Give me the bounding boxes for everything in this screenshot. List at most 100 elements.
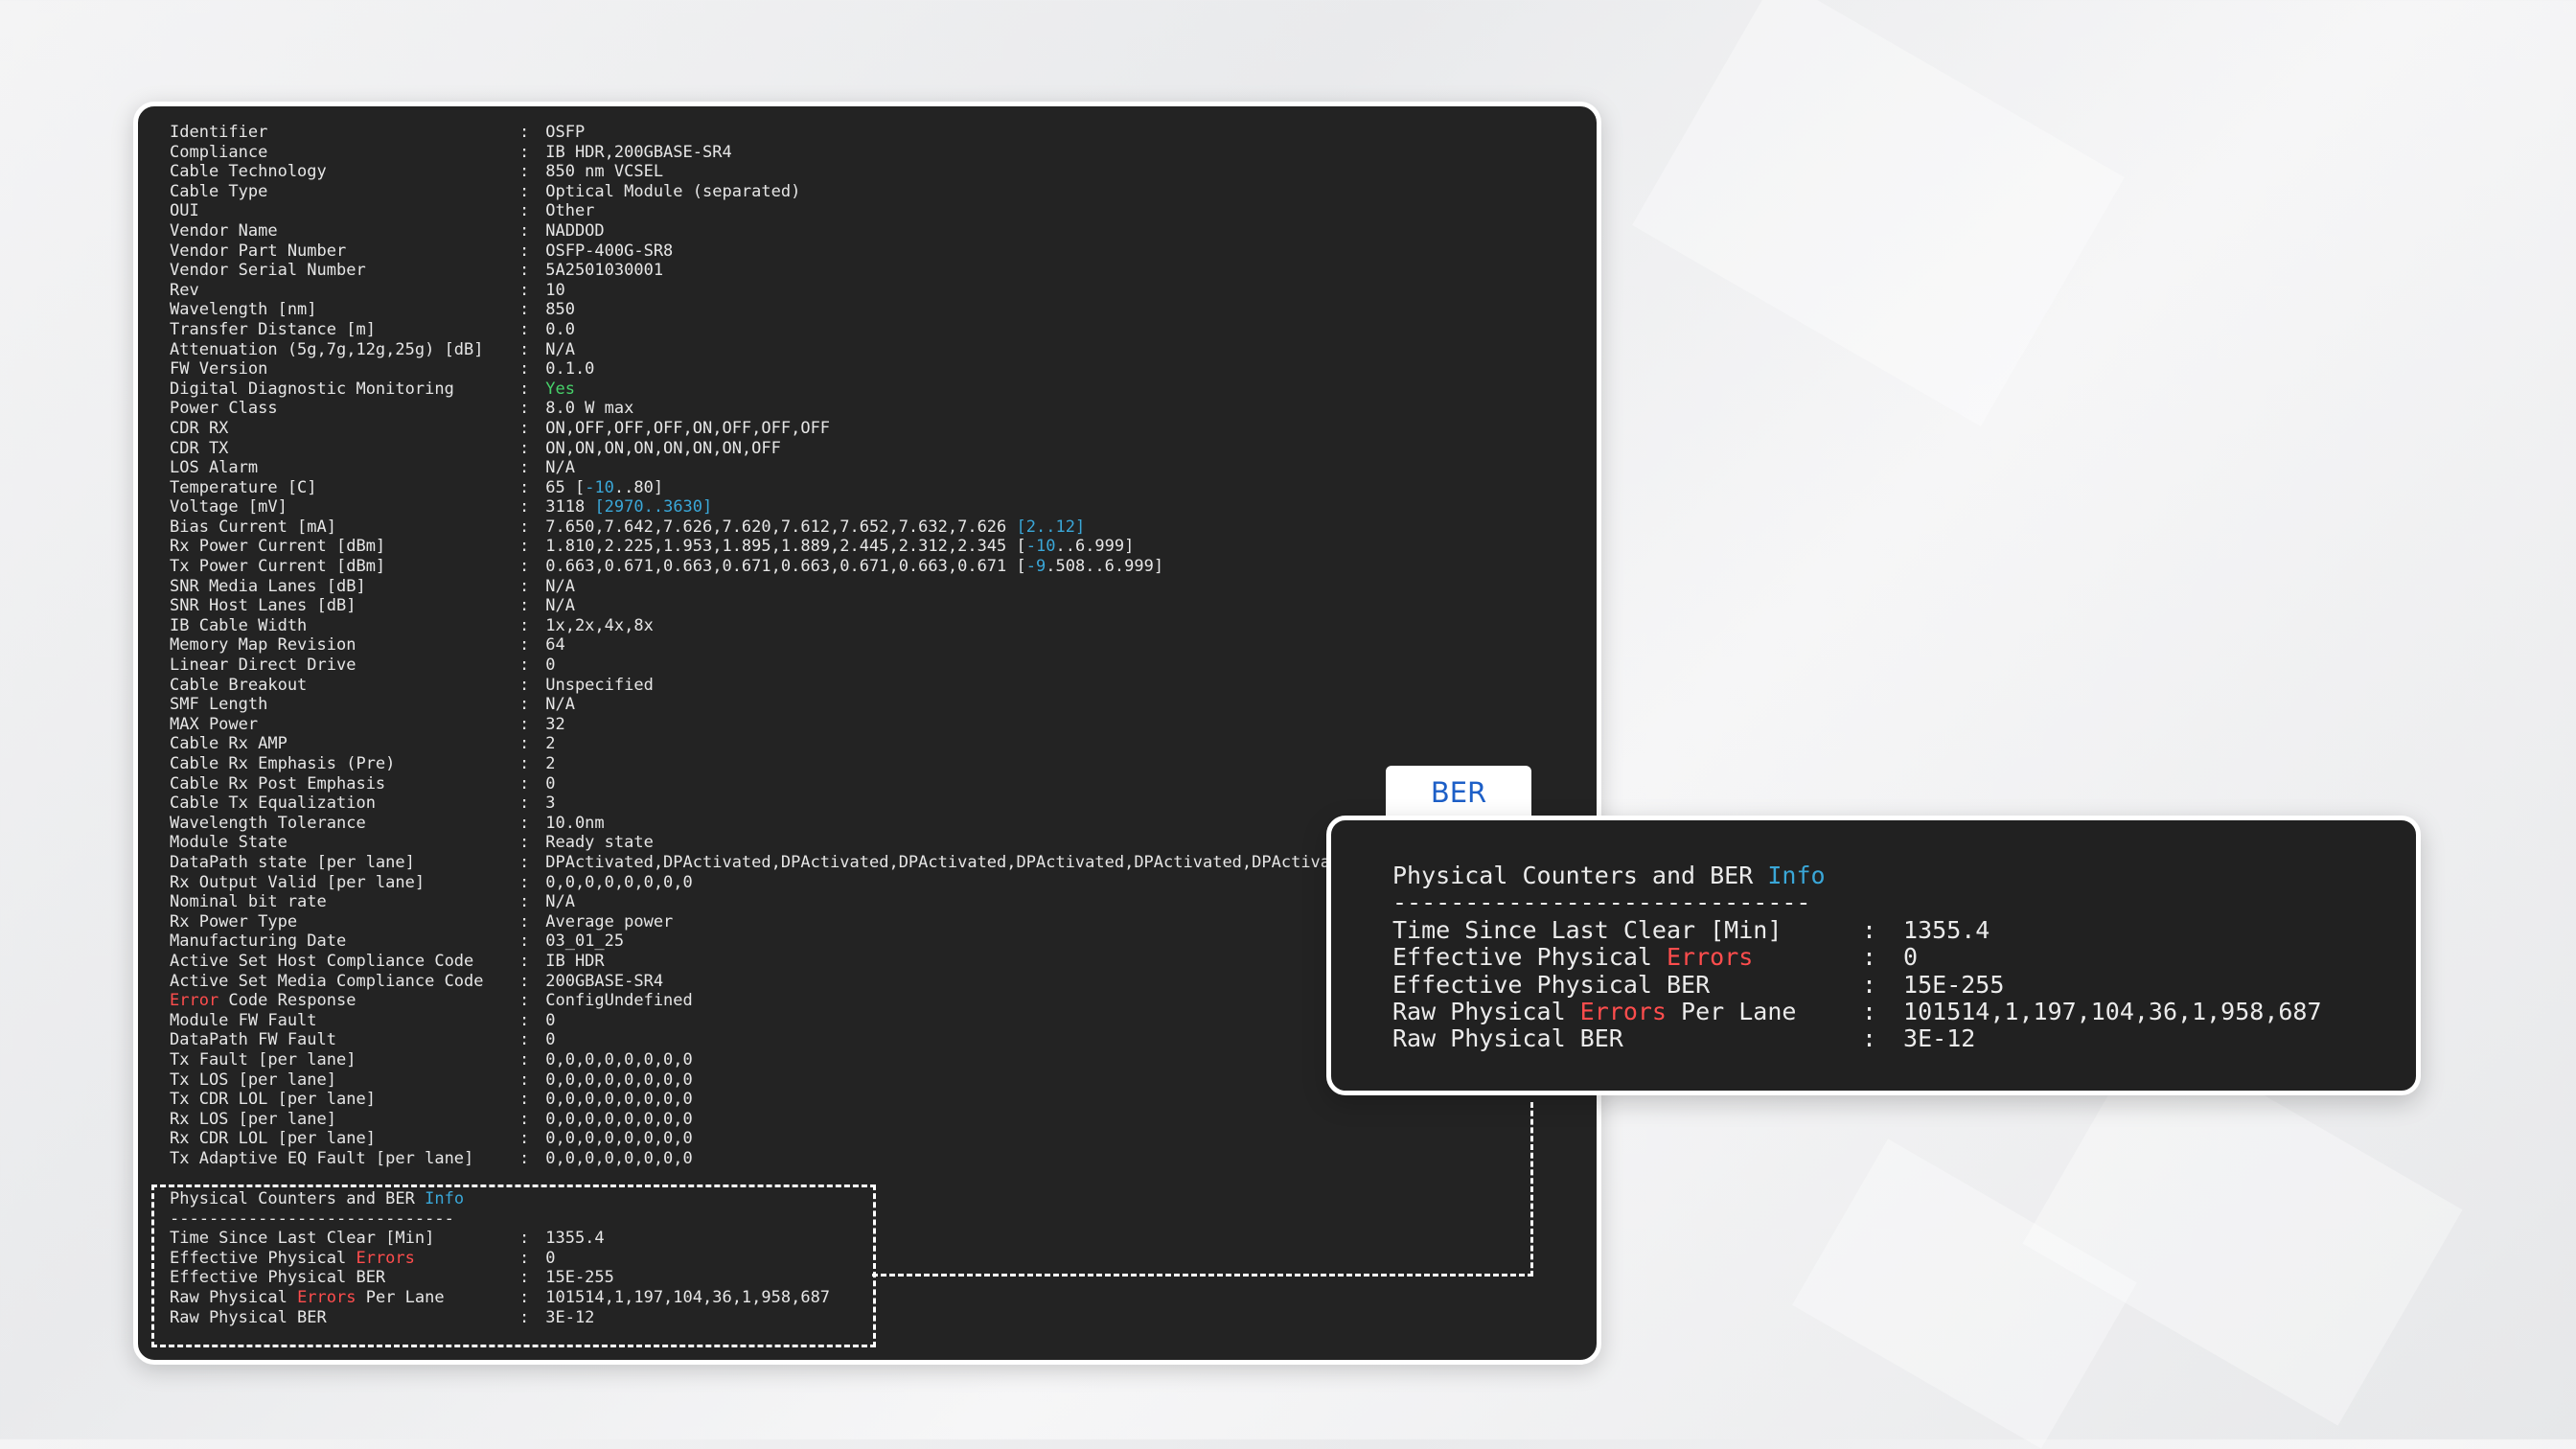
info-value: N/A <box>536 458 575 478</box>
info-value-text: 0.0 <box>536 319 575 339</box>
ber-title-text: Physical Counters and BER <box>170 1189 426 1208</box>
info-value-text: 0,0,0,0,0,0,0,0 <box>536 1109 693 1129</box>
separator: : <box>519 1049 530 1070</box>
info-value: Optical Module (separated) <box>536 182 800 202</box>
info-key: Wavelength Tolerance <box>170 813 366 833</box>
info-value: OSFP-400G-SR8 <box>536 242 673 262</box>
ber-callout-panel: Physical Counters and BER Info ----------… <box>1326 816 2421 1095</box>
info-key: Tx LOS [per lane] <box>170 1070 336 1090</box>
info-row: Error Code Response: ConfigUndefined <box>170 991 1340 1011</box>
ber-section: Physical Counters and BER Info ----------… <box>170 1189 830 1327</box>
info-key: Rx Power Current [dBm] <box>170 537 386 557</box>
info-row: Cable Breakout: Unspecified <box>170 676 1340 696</box>
info-value: 32 <box>536 715 564 735</box>
separator: : <box>519 656 530 676</box>
info-value-text: N/A <box>536 458 575 478</box>
info-row: Cable Technology: 850 nm VCSEL <box>170 162 1340 182</box>
info-value: NADDOD <box>536 221 604 242</box>
info-key: Attenuation (5g,7g,12g,25g) [dB] <box>170 339 484 359</box>
info-value-text: ConfigUndefined <box>536 991 693 1011</box>
separator: : <box>519 220 530 241</box>
info-key: Nominal bit rate <box>170 892 327 912</box>
separator: : <box>519 261 530 281</box>
ber-key: Time Since Last Clear [Min] <box>1392 915 1862 944</box>
info-value: N/A <box>536 577 575 597</box>
separator: : <box>519 497 530 518</box>
info-row: Cable Rx AMP: 2 <box>170 734 1340 754</box>
info-row: Voltage [mV]: 3118 [2970..3630] <box>170 497 1340 518</box>
info-value: 0 <box>536 1030 555 1050</box>
info-row: Wavelength [nm]: 850 <box>170 300 1340 320</box>
ber-value: 101514,1,197,104,36,1,958,687 <box>1889 997 2322 1025</box>
separator: : <box>519 794 530 814</box>
info-row: Manufacturing Date: 03_01_25 <box>170 932 1340 952</box>
separator: : <box>519 1090 530 1110</box>
separator: : <box>519 1129 530 1149</box>
info-key: Digital Diagnostic Monitoring <box>170 379 454 399</box>
info-value: Ready state <box>536 833 654 853</box>
ber-key: Raw Physical BER <box>1392 1025 1862 1052</box>
separator: : <box>519 576 530 596</box>
info-key: Transfer Distance [m] <box>170 319 376 339</box>
info-value: 0,0,0,0,0,0,0,0 <box>536 1149 693 1169</box>
separator: : <box>519 1010 530 1030</box>
separator: : <box>519 280 530 300</box>
ber-key-pre: Effective Physical <box>170 1248 356 1268</box>
info-value-text: N/A <box>536 892 575 912</box>
info-row: Tx LOS [per lane]: 0,0,0,0,0,0,0,0 <box>170 1070 1340 1091</box>
ber-key-pre: Time Since Last Clear [Min] <box>1392 915 1782 944</box>
separator: : <box>1862 915 1877 944</box>
ber-value: 1355.4 <box>1889 915 1990 944</box>
info-key: Voltage [mV] <box>170 497 288 518</box>
separator: : <box>519 162 530 182</box>
info-value-text: 0,0,0,0,0,0,0,0 <box>536 1049 693 1070</box>
info-value-text: 5A2501030001 <box>536 261 664 281</box>
info-value: 850 <box>536 300 575 320</box>
info-value-text: 0.1.0 <box>536 359 595 380</box>
callout-ber-row: Raw Physical Errors Per Lane: 101514,1,1… <box>1392 997 2322 1025</box>
info-value-text: 0 <box>536 656 556 676</box>
info-value: 0,0,0,0,0,0,0,0 <box>536 1070 693 1091</box>
info-key: Active Set Media Compliance Code <box>170 971 484 991</box>
info-row: Cable Tx Equalization: 3 <box>170 794 1340 814</box>
info-value: 0 <box>536 656 555 676</box>
info-range-open: [ <box>1006 537 1026 557</box>
info-row: Tx Fault [per lane]: 0,0,0,0,0,0,0,0 <box>170 1050 1340 1070</box>
info-range-rest: ..6.999] <box>1055 537 1135 557</box>
info-value: Yes <box>536 380 575 400</box>
info-row: IB Cable Width: 1x,2x,4x,8x <box>170 616 1340 636</box>
separator: : <box>519 1287 530 1307</box>
info-value-text: ON,OFF,OFF,OFF,ON,OFF,OFF,OFF <box>536 418 831 438</box>
info-range-rest: ..80] <box>613 477 664 497</box>
info-value-text: N/A <box>536 695 575 715</box>
ber-key-pre: Time Since Last Clear [Min] <box>170 1229 435 1249</box>
info-key: Compliance <box>170 142 268 162</box>
info-key: Cable Type <box>170 181 268 201</box>
info-value-text: 8.0 W max <box>536 399 634 419</box>
info-key: Module State <box>170 833 288 853</box>
info-value-text: Average power <box>536 911 674 932</box>
ber-key-error: Errors <box>1579 997 1667 1025</box>
ber-value: 15E-255 <box>1889 970 2005 999</box>
separator: : <box>519 932 530 952</box>
info-value: 0.0 <box>536 320 575 340</box>
info-value: 0.663,0.671,0.663,0.671,0.663,0.671,0.66… <box>536 557 1163 577</box>
separator: : <box>519 833 530 853</box>
info-value: 0,0,0,0,0,0,0,0 <box>536 1050 693 1070</box>
ber-value: 15E-255 <box>536 1268 614 1288</box>
callout-connector <box>872 1102 1533 1276</box>
term-ber-row: Effective Physical Errors: 0 <box>170 1249 830 1269</box>
info-key: Rx CDR LOL [per lane] <box>170 1129 376 1149</box>
info-row: Wavelength Tolerance: 10.0nm <box>170 814 1340 834</box>
info-value: 8.0 W max <box>536 399 633 419</box>
info-key: CDR TX <box>170 438 229 458</box>
separator: : <box>519 241 530 261</box>
separator: : <box>519 852 530 872</box>
info-value-text: 3 <box>536 794 556 814</box>
info-value-text: 3118 <box>536 497 586 518</box>
module-info-list: Identifier: OSFP Compliance: IB HDR,200GB… <box>170 123 1340 1168</box>
ber-title: Physical Counters and BER Info <box>170 1189 830 1209</box>
ber-key: Raw Physical BER <box>170 1308 519 1328</box>
info-value-text: N/A <box>536 576 575 596</box>
info-row: Tx Power Current [dBm]: 0.663,0.671,0.66… <box>170 557 1340 577</box>
